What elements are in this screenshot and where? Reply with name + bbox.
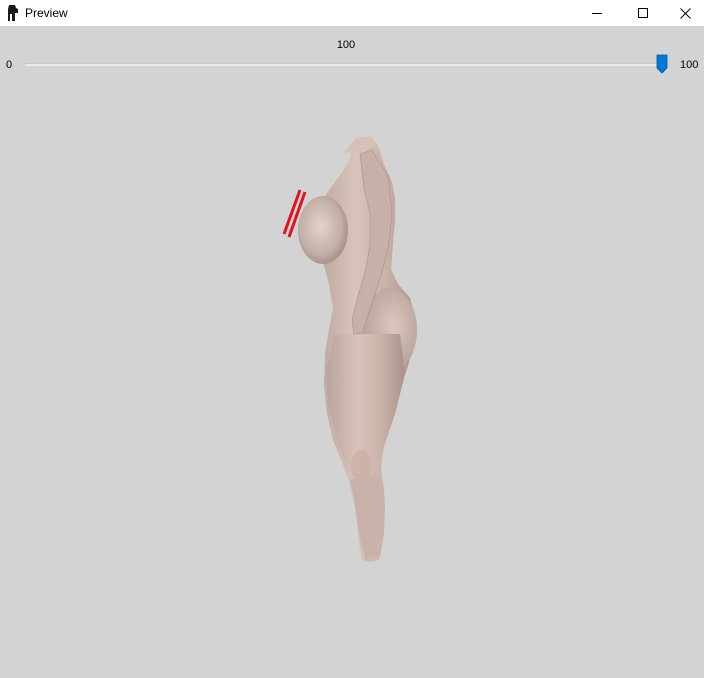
slider-max-label: 100 (680, 59, 699, 71)
app-icon (8, 5, 18, 21)
maximize-button[interactable] (620, 0, 666, 26)
close-button[interactable] (662, 0, 704, 26)
model-viewport[interactable] (0, 84, 704, 678)
window-title: Preview (25, 6, 68, 20)
minimize-button[interactable] (574, 0, 620, 26)
preview-window: Preview 100 0 100 (0, 0, 704, 678)
body-model (298, 136, 417, 562)
slider-min-label: 0 (6, 59, 13, 71)
slider-track[interactable] (25, 63, 665, 66)
maximize-icon (638, 8, 648, 18)
preview-content: 100 0 100 (0, 26, 704, 678)
slider-value-label: 100 (336, 39, 356, 51)
minimize-icon (592, 13, 602, 14)
slider-thumb[interactable] (656, 54, 668, 74)
title-bar[interactable]: Preview (0, 0, 704, 26)
close-icon (679, 7, 691, 19)
